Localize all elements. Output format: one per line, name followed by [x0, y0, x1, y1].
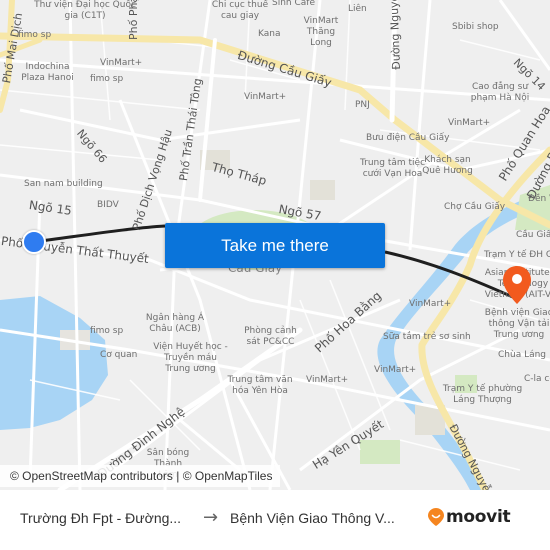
poi-label: Thư viện Đại học Quốc gia (C1T): [34, 0, 136, 21]
map-view[interactable]: Đường Cầu Giấy Phố Trần Thái Tông Phố Dị…: [0, 0, 550, 490]
destination-pin-icon[interactable]: [503, 266, 531, 304]
lake: [0, 296, 108, 430]
poi-label: Khách sạn Quê Hương: [422, 155, 473, 176]
poi-label: Sbibi shop: [452, 22, 499, 32]
start-location-marker[interactable]: [22, 230, 46, 254]
poi-label: fimo sp: [90, 74, 124, 84]
poi-label: Trung tâm tiệc cưới Vạn Hoa: [359, 158, 426, 179]
poi-label: C-la co: [524, 374, 550, 384]
poi-label: Chi cục thuế cau giay: [211, 0, 269, 21]
poi-label: VinMart+: [448, 118, 491, 128]
poi-label: Cầu Giấy: [516, 230, 550, 240]
poi-label: VinMart Thăng Long: [303, 16, 339, 48]
take-me-there-button[interactable]: Take me there: [165, 223, 385, 268]
poi-label: Sinh Cafe: [272, 0, 315, 8]
poi-label: VinMart+: [374, 365, 417, 375]
poi-label: fimo sp: [18, 30, 52, 40]
poi-label: VinMart+: [409, 299, 452, 309]
origin-label: Trường Đh Fpt - Đường...: [20, 510, 182, 526]
poi-label: VinMart+: [100, 58, 143, 68]
arrow-right-icon: →: [203, 507, 219, 528]
poi-label: Trạm Y tế ĐH GT: [484, 250, 550, 260]
poi-label: Chợ Cầu Giấy: [444, 202, 506, 212]
poi-label: Trung tâm văn hóa Yên Hòa: [227, 375, 293, 396]
moovit-wordmark: moovit: [446, 507, 511, 527]
route-footer: Trường Đh Fpt - Đường... → Bệnh Viện Gia…: [0, 490, 550, 550]
poi-label: fimo sp: [90, 326, 124, 336]
moovit-pin-icon: [428, 508, 444, 526]
poi-label: Indochina Plaza Hanoi: [21, 62, 74, 83]
poi-label: PNJ: [355, 100, 370, 110]
poi-label: Ngân hàng Á Châu (ACB): [145, 313, 205, 334]
poi-label: Cao đẳng sư phạm Hà Nội: [470, 82, 530, 103]
poi-label: Trạm Y tế phường Láng Thượng: [442, 384, 523, 405]
park-3: [360, 440, 400, 464]
poi-label: Phòng cảnh sát PC&CC: [244, 326, 297, 347]
poi-label: Bệnh viện Giao thông Vận tải Trung ương: [484, 308, 550, 340]
poi-label: VinMart+: [244, 92, 287, 102]
poi-label: San nam building: [24, 179, 103, 189]
poi-label: Cơ quan: [100, 350, 138, 360]
poi-label: Liên: [348, 4, 367, 14]
poi-label: Bưu điện Cầu Giấy: [366, 133, 450, 143]
poi-label: Kana: [258, 29, 281, 39]
poi-label: VinMart+: [306, 375, 349, 385]
poi-label: BIDV: [97, 200, 119, 210]
poi-label: Viện Huyết học - Truyền máu Trung ương: [153, 342, 228, 374]
poi-label: Đền Voi: [528, 194, 550, 204]
poi-label: Chùa Láng: [498, 350, 547, 360]
map-attribution[interactable]: © OpenStreetMap contributors | © OpenMap…: [0, 465, 281, 487]
destination-label: Bệnh Viện Giao Thông V...: [230, 510, 395, 526]
poi-label: Sữa tắm trẻ sơ sinh: [383, 332, 471, 342]
moovit-logo[interactable]: moovit: [428, 506, 511, 528]
